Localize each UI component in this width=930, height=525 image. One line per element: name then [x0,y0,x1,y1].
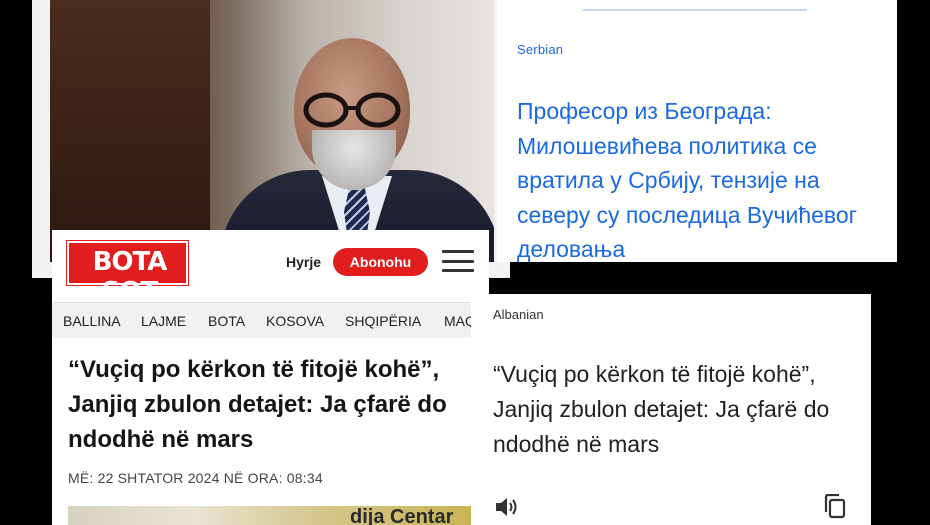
hamburger-menu-icon[interactable] [442,250,474,272]
image-caption: dija Centar [350,506,454,525]
site-logo[interactable]: BOTA SOT [66,240,189,307]
serbian-translation-card: Serbian Професор из Београда: Милошевиће… [497,0,897,262]
nav-item-kosova[interactable]: KOSOVA [266,313,324,329]
article-headline[interactable]: “Vuçiq po kërkon të fitojë kohë”, Janjiq… [68,352,488,457]
nav-item-bota[interactable]: BOTA [208,313,245,329]
site-header: BOTA SOT Hyrje Abonohu [52,230,489,307]
source-text[interactable]: “Vuçiq po kërkon të fitojë kohë”, Janjiq… [493,357,853,462]
albanian-translation-card: Albanian “Vuçiq po kërkon të fitojë kohë… [471,294,871,525]
article-date: MË: 22 SHTATOR 2024 NË ORA: 08:34 [68,470,323,486]
language-label: Albanian [493,307,544,322]
speaker-icon[interactable] [494,496,520,518]
article-photo [50,0,494,262]
subscribe-button[interactable]: Abonohu [333,248,428,276]
nav-item-shqiperia[interactable]: SHQIPËRIA [345,313,421,329]
main-nav: BALLINA LAJME BOTA KOSOVA SHQIPËRIA MAQ [52,302,489,338]
copy-icon[interactable] [823,493,847,519]
divider [583,9,807,11]
logo-text: BOTA SOT [92,247,168,307]
botasot-page: BOTA SOT Hyrje Abonohu BALLINA LAJME BOT… [52,230,489,525]
translated-text[interactable]: Професор из Београда: Милошевићева полит… [517,94,877,267]
login-link[interactable]: Hyrje [286,254,321,270]
nav-item-lajme[interactable]: LAJME [141,313,186,329]
article-image: dija Centar [68,506,488,525]
language-label: Serbian [517,42,564,57]
nav-item-ballina[interactable]: BALLINA [63,313,121,329]
